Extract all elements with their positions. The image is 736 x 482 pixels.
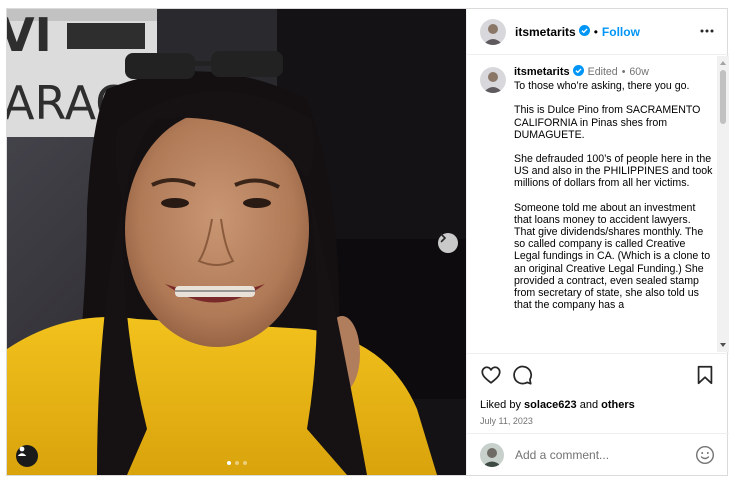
- heart-icon: [481, 366, 501, 384]
- author-username[interactable]: itsmetarits: [515, 25, 576, 39]
- bookmark-icon: [697, 365, 713, 385]
- sign-text: VI: [7, 9, 52, 62]
- post-media[interactable]: VI ARAC: [7, 9, 466, 475]
- comment-button[interactable]: [511, 364, 533, 386]
- post-age[interactable]: 60w: [629, 66, 648, 78]
- caption-username[interactable]: itsmetarits: [514, 66, 570, 78]
- more-options-icon: [700, 29, 714, 33]
- caption-paragraph: Someone told me about an investment that…: [514, 201, 714, 312]
- comments-scrollbar[interactable]: [717, 56, 729, 352]
- carousel-indicator: [227, 461, 247, 465]
- follow-button[interactable]: Follow: [602, 25, 640, 39]
- carousel-dot-1: [227, 461, 231, 465]
- liked-by-prefix: Liked by: [480, 399, 521, 411]
- carousel-next-button[interactable]: [438, 233, 458, 253]
- post-date[interactable]: July 11, 2023: [480, 416, 533, 426]
- post-header: itsmetarits • Follow: [467, 9, 729, 55]
- post-dialog: VI ARAC itsmetarits • Follow itsmetarits…: [6, 8, 729, 476]
- scroll-down-icon[interactable]: [720, 343, 726, 347]
- liked-by-user[interactable]: solace623: [524, 399, 577, 411]
- save-button[interactable]: [694, 364, 716, 386]
- more-options-button[interactable]: [699, 23, 715, 39]
- comment-input[interactable]: [515, 447, 685, 462]
- meta-separator: •: [621, 66, 626, 78]
- viewer-avatar: [480, 442, 504, 467]
- likes-summary: Liked by solace623 and others: [480, 399, 635, 411]
- caption-paragraph: This is Dulce Pino from SACRAMENTO CALIF…: [514, 104, 704, 141]
- liked-by-others[interactable]: others: [601, 399, 635, 411]
- post-sidebar: itsmetarits • Follow itsmetarits Edited …: [466, 9, 729, 475]
- verified-badge-icon: [578, 23, 590, 41]
- post-photo: VI ARAC: [7, 9, 466, 475]
- author-avatar[interactable]: [480, 18, 506, 45]
- comment-composer: [467, 433, 729, 475]
- smiley-icon: [695, 445, 715, 465]
- caption-avatar[interactable]: [480, 67, 506, 93]
- caption-paragraph: She defrauded 100’s of people here in th…: [514, 153, 716, 190]
- user-tag-icon: [17, 446, 27, 456]
- scroll-up-icon[interactable]: [720, 61, 726, 65]
- chevron-right-icon: [440, 233, 447, 243]
- header-separator: •: [593, 24, 598, 39]
- comments-section[interactable]: itsmetarits Edited • 60w To those who’re…: [467, 56, 729, 352]
- caption-paragraph: To those who’re asking, there you go.: [514, 80, 690, 93]
- user-tags-button[interactable]: [16, 445, 38, 467]
- emoji-button[interactable]: [695, 445, 715, 465]
- post-caption: itsmetarits Edited • 60w To those who’re…: [480, 65, 720, 311]
- carousel-dot-2: [235, 461, 239, 465]
- scroll-thumb[interactable]: [720, 70, 726, 124]
- carousel-dot-3: [243, 461, 247, 465]
- edited-label: Edited: [587, 66, 618, 78]
- liked-by-and: and: [579, 399, 599, 411]
- like-button[interactable]: [480, 364, 502, 386]
- comment-bubble-icon: [513, 365, 533, 385]
- verified-badge-icon: [572, 65, 584, 79]
